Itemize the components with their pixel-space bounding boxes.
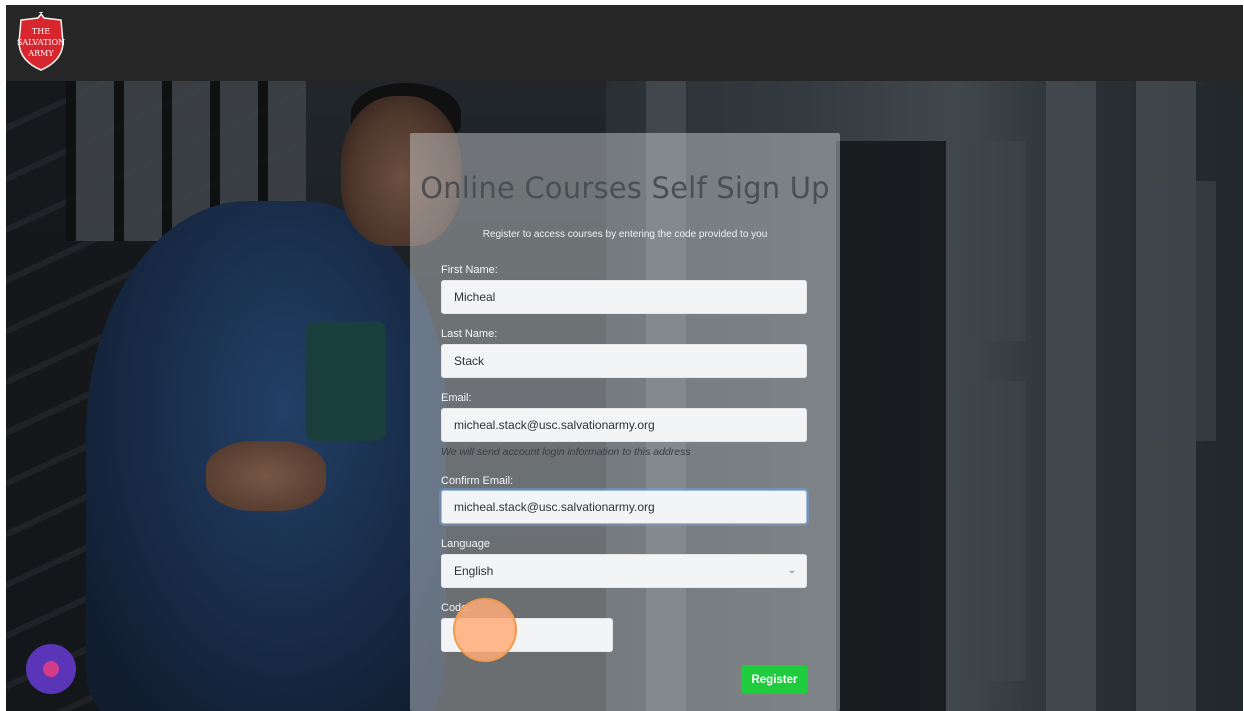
chat-bubble-icon — [43, 661, 59, 677]
email-value: micheal.stack@usc.salvationarmy.org — [454, 418, 655, 432]
confirm-email-label: Confirm Email: — [441, 475, 514, 487]
svg-text:THE: THE — [32, 27, 50, 36]
register-button[interactable]: Register — [741, 665, 808, 694]
confirm-email-input[interactable]: micheal.stack@usc.salvationarmy.org — [441, 490, 807, 524]
form-title: Online Courses Self Sign Up — [420, 171, 830, 205]
email-hint: We will send account login information t… — [441, 446, 691, 458]
language-selected-value: English — [454, 564, 494, 578]
language-label: Language — [441, 538, 490, 550]
browser-viewport: THE SALVATION ARMY Online Courses Self S… — [6, 5, 1243, 711]
last-name-label: Last Name: — [441, 328, 498, 340]
svg-text:ARMY: ARMY — [27, 49, 54, 58]
last-name-value: Stack — [454, 354, 485, 368]
salvation-army-logo[interactable]: THE SALVATION ARMY — [15, 12, 67, 72]
top-navigation-bar: THE SALVATION ARMY — [6, 5, 1243, 81]
first-name-value: Micheal — [454, 290, 496, 304]
click-indicator — [453, 598, 517, 662]
chat-widget-button[interactable] — [26, 644, 76, 694]
form-subtitle: Register to access courses by entering t… — [482, 229, 768, 240]
email-label: Email: — [441, 392, 472, 404]
language-select[interactable]: English ⌄ — [441, 554, 807, 588]
email-input[interactable]: micheal.stack@usc.salvationarmy.org — [441, 408, 807, 442]
svg-text:SALVATION: SALVATION — [17, 38, 65, 47]
chevron-down-icon: ⌄ — [787, 565, 797, 576]
confirm-email-value: micheal.stack@usc.salvationarmy.org — [454, 500, 655, 514]
first-name-input[interactable]: Micheal — [441, 280, 807, 314]
first-name-label: First Name: — [441, 264, 498, 276]
last-name-input[interactable]: Stack — [441, 344, 807, 378]
